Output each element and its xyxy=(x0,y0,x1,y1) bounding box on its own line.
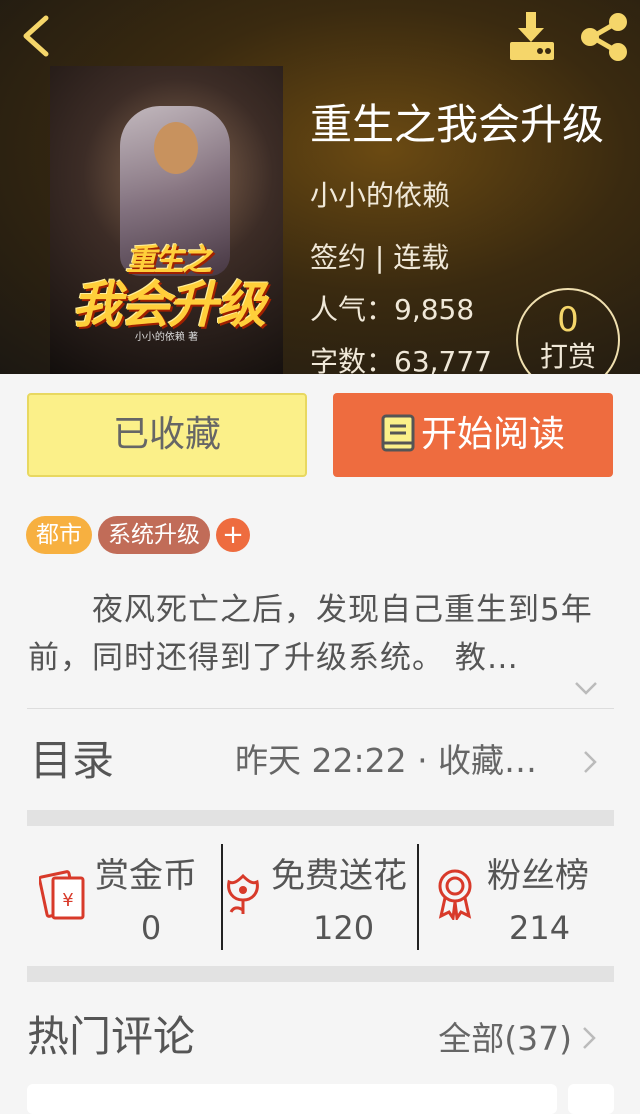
stats-row: ¥ 赏金币 0 免费送花 120 粉丝榜 214 xyxy=(27,828,614,958)
section-separator xyxy=(27,810,614,826)
cover-title-small: 重生之 xyxy=(126,243,212,278)
start-reading-label: 开始阅读 xyxy=(420,414,565,455)
section-separator xyxy=(27,966,614,982)
download-button[interactable] xyxy=(506,10,558,62)
comment-card[interactable] xyxy=(27,1084,557,1114)
divider xyxy=(27,708,614,709)
chevron-left-icon xyxy=(23,15,49,57)
cover-title: 重生之 我会升级 xyxy=(58,243,278,334)
share-button[interactable] xyxy=(578,12,630,62)
hot-comments-title: 热门评论 xyxy=(27,1012,196,1061)
stat-label: 赏金币 xyxy=(95,856,197,896)
book-detail-panel: 已收藏 开始阅读 都市 系统升级 + 夜风死亡之后，发现自己重生到5年前，同时还得到… xyxy=(0,374,640,1114)
red-envelope-icon: ¥ xyxy=(39,870,85,920)
medal-icon xyxy=(438,869,472,920)
cover-title-large: 我会升级 xyxy=(72,276,266,334)
book-icon xyxy=(381,414,415,452)
tag-list: 都市 系统升级 + xyxy=(26,516,250,556)
share-icon xyxy=(581,13,627,61)
collected-button[interactable]: 已收藏 xyxy=(27,393,307,477)
add-tag-button[interactable]: + xyxy=(216,518,250,552)
stat-reward-coins[interactable]: ¥ 赏金币 0 xyxy=(27,828,221,958)
book-author[interactable]: 小小的依赖 xyxy=(310,176,450,216)
chevron-right-icon xyxy=(584,751,597,773)
tip-button[interactable]: 0 打赏 xyxy=(516,288,620,374)
all-comments-link[interactable]: 全部(37) xyxy=(438,1016,572,1062)
back-button[interactable] xyxy=(14,12,62,60)
cover-author: 小小的依赖 著 xyxy=(134,332,199,343)
svg-text:¥: ¥ xyxy=(62,890,73,911)
catalog-update-info: 昨天 22:22 · 收藏… xyxy=(235,741,538,780)
chevron-right-icon xyxy=(583,1027,596,1049)
book-status: 签约 | 连载 xyxy=(310,241,450,274)
start-reading-button[interactable]: 开始阅读 xyxy=(333,393,613,477)
catalog-row[interactable]: 目录 昨天 22:22 · 收藏… xyxy=(27,724,614,800)
cover-illustration-head xyxy=(154,122,198,174)
flower-icon xyxy=(227,873,259,914)
book-cover[interactable]: 重生之 我会升级 小小的依赖 著 xyxy=(50,66,283,374)
stat-value: 120 xyxy=(313,909,375,947)
tip-label: 打赏 xyxy=(539,340,596,373)
tip-count: 0 xyxy=(557,300,579,340)
hot-comments-header[interactable]: 热门评论 全部(37) xyxy=(27,998,614,1078)
stat-free-flowers[interactable]: 免费送花 120 xyxy=(223,828,417,958)
book-synopsis[interactable]: 夜风死亡之后，发现自己重生到5年前，同时还得到了升级系统。 教… xyxy=(28,586,614,682)
download-icon xyxy=(510,12,554,60)
book-popularity: 人气：9,858 xyxy=(310,293,475,326)
book-title: 重生之我会升级 xyxy=(310,100,605,149)
stat-value: 0 xyxy=(140,909,162,947)
book-word-count: 字数：63,777 xyxy=(310,345,492,374)
comment-card[interactable] xyxy=(568,1084,614,1114)
stat-label: 免费送花 xyxy=(271,856,407,896)
book-header: 重生之 我会升级 小小的依赖 著 重生之我会升级 小小的依赖 签约 | 连载 人… xyxy=(0,0,640,374)
catalog-title: 目录 xyxy=(30,736,115,785)
stat-value: 214 xyxy=(509,909,571,947)
chevron-down-icon[interactable] xyxy=(574,680,598,696)
tag-item[interactable]: 都市 xyxy=(26,516,92,554)
stat-fan-ranking[interactable]: 粉丝榜 214 xyxy=(419,828,614,958)
tag-item[interactable]: 系统升级 xyxy=(98,516,210,554)
stat-label: 粉丝榜 xyxy=(487,856,589,896)
